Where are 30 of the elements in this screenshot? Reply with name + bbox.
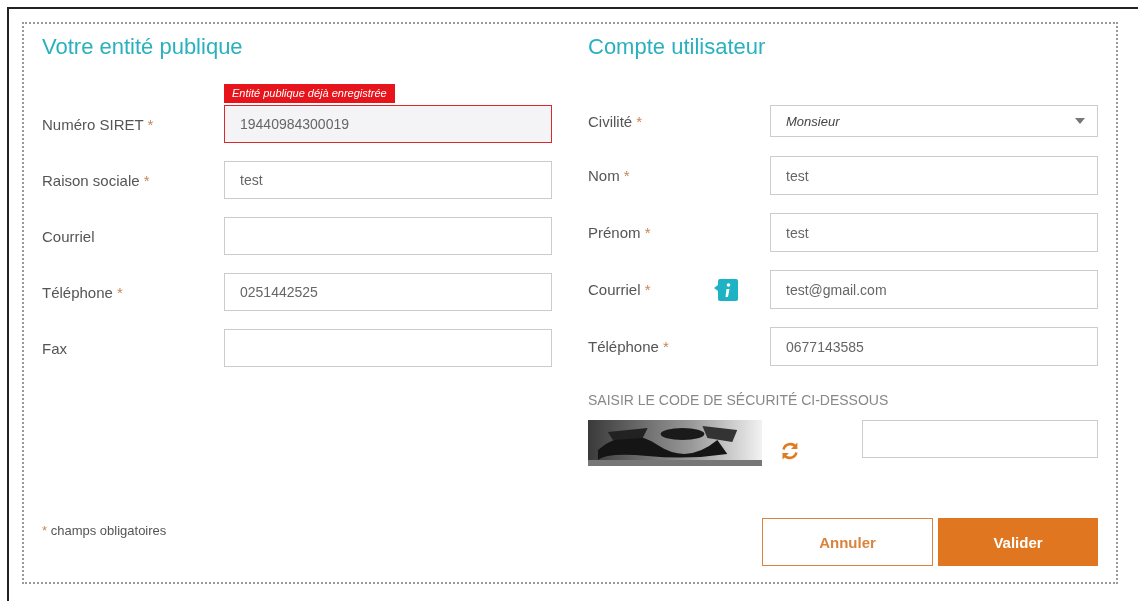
info-icon[interactable]: [714, 276, 738, 303]
required-note: * champs obligatoires: [42, 523, 167, 538]
input-field[interactable]: [224, 217, 552, 255]
section-title: Votre entité publique: [42, 33, 243, 61]
field-label: Prénom *: [588, 224, 651, 241]
field-label: Téléphone *: [42, 283, 123, 301]
input-field[interactable]: 0677143585: [770, 327, 1098, 366]
input-field[interactable]: test: [770, 156, 1098, 195]
field-label: Téléphone *: [588, 338, 669, 355]
field-label: Fax: [42, 339, 67, 357]
input-field[interactable]: [224, 329, 552, 367]
caret-icon: [1075, 118, 1085, 124]
captcha-heading: SAISIR LE CODE DE SÉCURITÉ CI-DESSOUS: [588, 392, 889, 408]
section-title: Compte utilisateur: [588, 33, 766, 61]
field-label: Civilité *: [588, 112, 643, 130]
field-label: Courriel: [42, 227, 95, 245]
input-field[interactable]: test: [224, 161, 552, 199]
field-label: Nom *: [588, 167, 630, 184]
field-label: Raison sociale *: [42, 171, 150, 189]
input-field[interactable]: 19440984300019: [224, 105, 552, 143]
refresh-icon[interactable]: [780, 441, 800, 461]
error-message: Entité publique déjà enregistrée: [224, 84, 395, 103]
input-field[interactable]: test@gmail.com: [770, 270, 1098, 309]
submit-button[interactable]: Valider: [938, 518, 1098, 566]
input-field[interactable]: test: [770, 213, 1098, 252]
captcha-input[interactable]: [862, 420, 1098, 458]
title-dropdown[interactable]: Monsieur: [770, 105, 1098, 137]
field-label: Numéro SIRET *: [42, 115, 154, 133]
input-field[interactable]: 0251442525: [224, 273, 552, 311]
field-label: Courriel *: [588, 281, 651, 298]
